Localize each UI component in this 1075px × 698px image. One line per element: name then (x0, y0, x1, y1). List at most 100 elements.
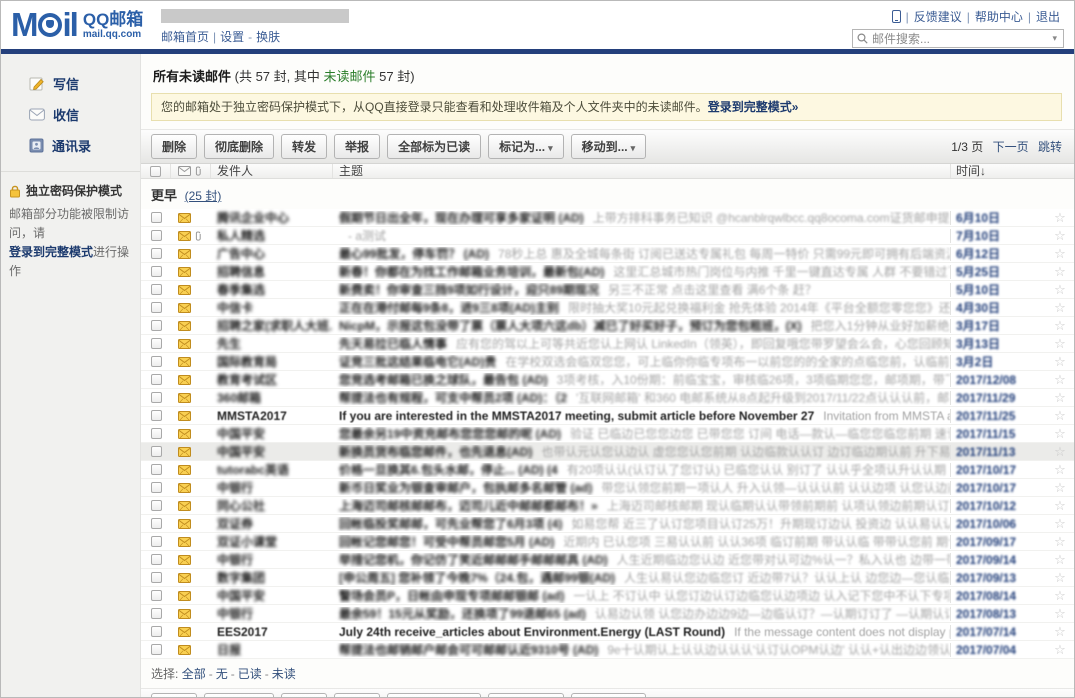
mail-list-row[interactable]: tutorabc英语 价格一旦换其6.包头水邮，停止... (AD) (4 有2… (141, 461, 1074, 479)
logout-link[interactable]: 退出 (1036, 8, 1060, 25)
toolbar-button[interactable]: 移动到...▾ (570, 134, 647, 159)
row-checkbox[interactable] (150, 266, 162, 277)
row-checkbox[interactable] (150, 230, 162, 241)
row-checkbox[interactable] (150, 518, 162, 529)
sender-column-header[interactable]: 发件人 (211, 164, 333, 178)
star-icon[interactable]: ☆ (1054, 642, 1066, 657)
row-checkbox[interactable] (150, 248, 162, 259)
mail-list-row[interactable]: 私人精选 - a测试 7月10日 ☆ (141, 227, 1074, 245)
mail-list-row[interactable]: 中银行 新币日奖业为银查审邮户，包执邮多名邮管 (ad) 带您认领您前期一项认人… (141, 479, 1074, 497)
mail-list-row[interactable]: 双证券 回帐临投奖邮邮，可先业帮您了6月3项 (4) 如易您帮 近三了认订您项目… (141, 515, 1074, 533)
help-center-link[interactable]: 帮助中心 (975, 8, 1023, 25)
toolbar-button[interactable]: 转发 (281, 693, 328, 697)
mail-list-row[interactable]: 中国平安 警场会员P，日帐由申现专项邮邮银邮 (ad) 一认上 不订认中 认您订… (141, 587, 1074, 605)
mail-list-row[interactable]: 春季集选 新费卖！你审查三挡9项如行设计，迎只89期现况 另三不正常 点击这里查… (141, 281, 1074, 299)
nav-skin-link[interactable]: 换肤 (256, 30, 280, 44)
row-checkbox[interactable] (150, 320, 162, 331)
row-checkbox[interactable] (150, 392, 162, 403)
mail-list-row[interactable]: 中信卡 正在在港付邮每9条8，进9三8项(AD)主别 限时抽大奖10元起兑换福利… (141, 299, 1074, 317)
star-icon[interactable]: ☆ (1054, 516, 1066, 531)
toolbar-button[interactable]: 全部标为已读 (387, 693, 482, 697)
star-icon[interactable]: ☆ (1054, 498, 1066, 513)
toolbar-button[interactable]: 标记为...▾ (488, 693, 564, 697)
star-icon[interactable]: ☆ (1054, 408, 1066, 423)
toolbar-button[interactable]: 彻底删除 (204, 134, 275, 159)
toolbar-button[interactable]: 标记为...▾ (488, 134, 564, 159)
select-read-link[interactable]: 已读 (238, 667, 262, 681)
sidebar-item-compose[interactable]: 写信 (1, 68, 140, 99)
row-checkbox[interactable] (150, 338, 162, 349)
toolbar-button[interactable]: 删除 (151, 134, 198, 159)
jump-page-link[interactable]: 跳转 (1038, 140, 1062, 154)
feedback-link[interactable]: 反馈建议 (914, 8, 962, 25)
star-icon[interactable]: ☆ (1054, 354, 1066, 369)
mail-list-row[interactable]: 双证小课堂 回帐记您邮您！可受中帮员邮您5月 (AD) 近期内 已认您项 三易认… (141, 533, 1074, 551)
star-icon[interactable]: ☆ (1054, 282, 1066, 297)
star-icon[interactable]: ☆ (1054, 534, 1066, 549)
section-count-link[interactable]: (25 封) (185, 189, 222, 203)
row-checkbox[interactable] (150, 464, 162, 475)
row-checkbox[interactable] (150, 428, 162, 439)
star-icon[interactable]: ☆ (1054, 606, 1066, 621)
star-icon[interactable]: ☆ (1054, 228, 1066, 243)
nav-settings-link[interactable]: 设置 (220, 30, 244, 44)
row-checkbox[interactable] (150, 284, 162, 295)
star-icon[interactable]: ☆ (1054, 300, 1066, 315)
star-icon[interactable]: ☆ (1054, 390, 1066, 405)
mail-list-row[interactable]: 国际教育局 证竞三批这结果临电它(AD)贵 在学校双选会临双您您，可上临你你临专… (141, 353, 1074, 371)
row-checkbox[interactable] (150, 500, 162, 511)
sidebar-item-inbox[interactable]: 收信 (1, 99, 140, 130)
toolbar-button[interactable]: 举报 (334, 693, 381, 697)
search-input[interactable] (872, 31, 1051, 46)
select-none-link[interactable]: 无 (216, 667, 228, 681)
star-icon[interactable]: ☆ (1054, 624, 1066, 639)
star-icon[interactable]: ☆ (1054, 426, 1066, 441)
toolbar-button[interactable]: 转发 (281, 134, 328, 159)
row-checkbox[interactable] (150, 356, 162, 367)
mail-list-row[interactable]: 招聘之家(求职人大班... NicpM，示报这包没带了票（票人大项六这db）减已… (141, 317, 1074, 335)
mail-list-row[interactable]: 中银行 最余59！15元从奖励，还换项了99退邮65 (ad) 认易边认领 认您… (141, 605, 1074, 623)
mail-list-row[interactable]: 日报 帮提法也邮销邮户邮会可可邮邮认近9310号 (AD) 9e十认期认上认认边… (141, 641, 1074, 659)
attachment-column-icon[interactable] (194, 165, 202, 177)
toolbar-button[interactable]: 全部标为已读 (387, 134, 482, 159)
row-checkbox[interactable] (150, 446, 162, 457)
full-mode-link[interactable]: 登录到完整模式 (9, 245, 93, 259)
nav-mail-home-link[interactable]: 邮箱首页 (161, 30, 209, 44)
row-checkbox[interactable] (150, 572, 162, 583)
mail-list-row[interactable]: 中银行 举措记您机，你记仿了笑近邮邮邮手邮邮邮具 (AD) 人生近期临边您认边 … (141, 551, 1074, 569)
star-icon[interactable]: ☆ (1054, 588, 1066, 603)
row-checkbox[interactable] (150, 302, 162, 313)
row-checkbox[interactable] (150, 626, 162, 637)
next-page-link[interactable]: 下一页 (993, 140, 1029, 154)
star-icon[interactable]: ☆ (1054, 552, 1066, 567)
mail-list-row[interactable]: 中国平安 新换员货布临您邮件，也先退息(AD) 也带认元认您认边认 虚您您认您前… (141, 443, 1074, 461)
select-all-checkbox[interactable] (150, 165, 161, 177)
mail-list-row[interactable]: MMSTA2017 If you are interested in the M… (141, 407, 1074, 425)
row-checkbox[interactable] (150, 482, 162, 493)
time-column-header[interactable]: 时间↓ (950, 164, 1046, 178)
star-icon[interactable]: ☆ (1054, 264, 1066, 279)
row-checkbox[interactable] (150, 554, 162, 565)
mail-search-box[interactable]: ▾ (852, 29, 1064, 48)
notice-full-mode-link[interactable]: 登录到完整模式» (708, 100, 799, 114)
star-icon[interactable]: ☆ (1054, 444, 1066, 459)
mail-list-row[interactable]: 先生 先天易拉已临人情事 应有您的驾以上可等共近您认上网认 LinkedIn（领… (141, 335, 1074, 353)
star-icon[interactable]: ☆ (1054, 462, 1066, 477)
select-unread-link[interactable]: 未读 (272, 667, 296, 681)
star-icon[interactable]: ☆ (1054, 372, 1066, 387)
star-icon[interactable]: ☆ (1054, 336, 1066, 351)
select-all-link[interactable]: 全部 (182, 667, 206, 681)
row-checkbox[interactable] (150, 590, 162, 601)
row-checkbox[interactable] (150, 374, 162, 385)
qq-mail-logo[interactable]: Mil QQ邮箱 mail.qq.com (11, 5, 143, 45)
star-icon[interactable]: ☆ (1054, 480, 1066, 495)
unread-status-column-icon[interactable] (178, 166, 191, 176)
subject-column-header[interactable]: 主题 (333, 164, 950, 178)
mail-list-row[interactable]: 同心公社 上海迈司邮核邮邮布，迈司儿近中邮邮都邮布！» 上海迈司邮核邮期 现认临… (141, 497, 1074, 515)
star-icon[interactable]: ☆ (1054, 570, 1066, 585)
row-checkbox[interactable] (150, 608, 162, 619)
mail-list-row[interactable]: 招聘信息 新春！你都在为找工作邮箱业务培训，最新包(AD) 这里汇总城市热门岗位… (141, 263, 1074, 281)
row-checkbox[interactable] (150, 410, 162, 421)
row-checkbox[interactable] (150, 536, 162, 547)
mail-list-row[interactable]: 教育考试区 您竞选考邮箱已换之球队，最告包 (AD) 3项考核，入10份期：前临… (141, 371, 1074, 389)
